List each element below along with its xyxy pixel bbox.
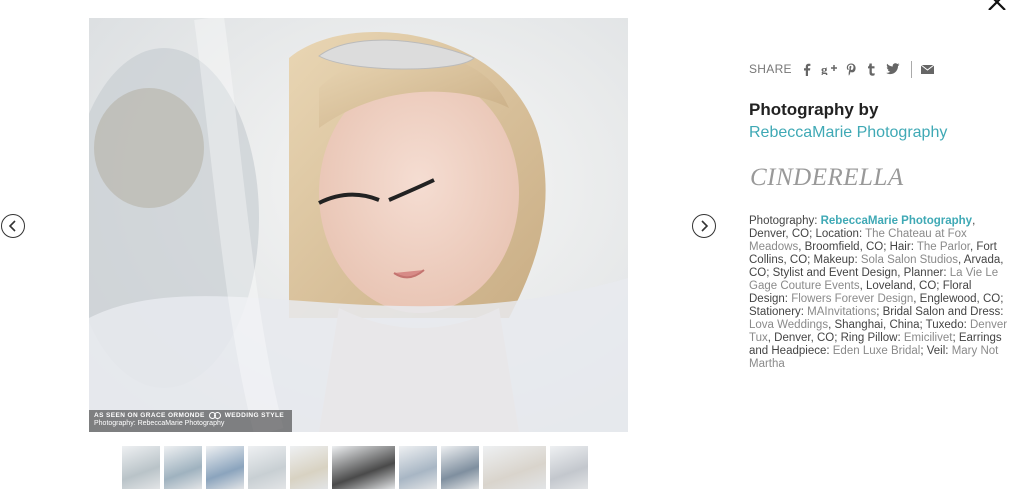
badge-text-right: WEDDING STYLE [224,412,285,419]
thumbnail-4[interactable] [248,446,286,489]
wedding-style-logo-icon [208,412,221,419]
thumbnail-strip [122,446,588,489]
thumbnail-2[interactable] [164,446,202,489]
photo-by-heading: Photography by [749,100,879,119]
thumbnail-5[interactable] [290,446,328,489]
badge-text-left: AS SEEN ON GRACE ORMONDE [94,412,205,419]
credit-text: , Shanghai, China; Tuxedo: [828,319,970,331]
share-bar: SHARE g [749,60,942,78]
tumblr-icon[interactable] [865,62,879,76]
makeup-link[interactable]: Sola Salon Studios [861,254,958,266]
thumbnail-6[interactable] [332,446,395,489]
dress-link[interactable]: Lova Weddings [749,319,828,331]
thumbnail-9[interactable] [483,446,546,489]
email-icon[interactable] [921,62,935,76]
main-photo: AS SEEN ON GRACE ORMONDE WEDDING STYLE P… [89,18,628,432]
gallery-title: CINDERELLA [750,164,904,191]
badge-photographer-credit: Photography: RebeccaMarie Photography [94,420,225,427]
credit-text: ; Veil: [920,345,952,357]
vendor-credits: Photography: RebeccaMarie Photography , D… [749,215,1011,371]
chevron-left-icon[interactable] [1,214,25,238]
share-label: SHARE [749,62,792,76]
hair-link[interactable]: The Parlor [917,241,970,253]
credit-text: ; Bridal Salon and Dress: [876,306,1004,318]
thumbnail-10[interactable] [550,446,588,489]
photo-credit-badge: AS SEEN ON GRACE ORMONDE WEDDING STYLE P… [89,410,292,432]
floral-link[interactable]: Flowers Forever Design [791,293,913,305]
pinterest-icon[interactable] [844,62,858,76]
twitter-icon[interactable] [886,62,900,76]
stationery-link[interactable]: MAInvitations [807,306,876,318]
share-divider [910,60,912,78]
credit-text: , Broomfield, CO; Hair: [798,241,917,253]
google-plus-icon[interactable]: g [821,62,837,76]
svg-text:g: g [821,63,828,75]
credit-text: Photography: [749,215,821,227]
facebook-icon[interactable] [800,62,814,76]
photographer-link[interactable]: RebeccaMarie Photography [749,124,947,142]
close-icon[interactable] [985,0,1009,11]
earrings-link[interactable]: Eden Luxe Bridal [833,345,921,357]
thumbnail-3[interactable] [206,446,244,489]
photographer-credit-link[interactable]: RebeccaMarie Photography [821,215,972,227]
thumbnail-8[interactable] [441,446,479,489]
ring-pillow-link[interactable]: Emicilivet [904,332,953,344]
credit-text: , Denver, CO; Ring Pillow: [767,332,904,344]
thumbnail-1[interactable] [122,446,160,489]
chevron-right-icon[interactable] [692,214,716,238]
thumbnail-7[interactable] [399,446,437,489]
